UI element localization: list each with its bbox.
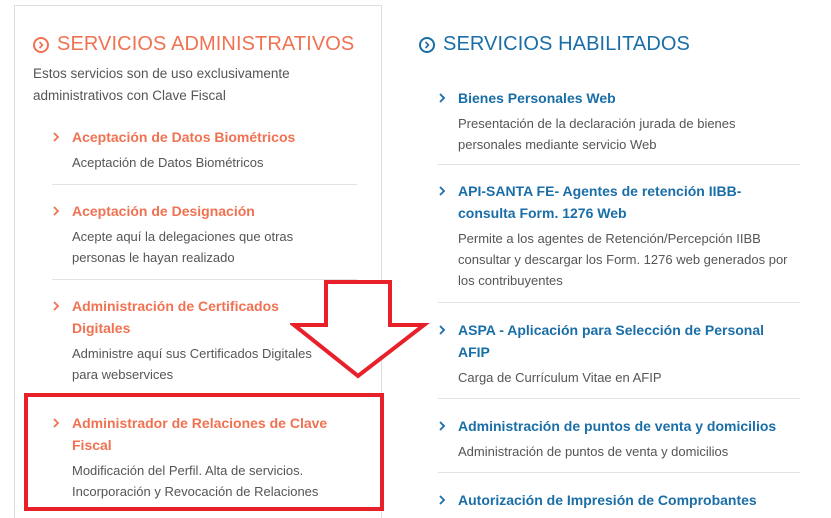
service-item[interactable]: Aceptación de Designación Acepte aquí la… xyxy=(52,200,342,268)
service-item[interactable]: Administración de Certificados Digitales… xyxy=(52,295,312,385)
administrative-services-title: SERVICIOS ADMINISTRATIVOS xyxy=(33,33,354,56)
chevron-right-icon xyxy=(52,129,62,142)
service-item[interactable]: Administración de puntos de venta y domi… xyxy=(438,415,808,462)
service-item-title[interactable]: Aceptación de Datos Biométricos xyxy=(72,126,352,148)
service-item-title[interactable]: Administración de Certificados Digitales xyxy=(72,295,312,339)
service-item[interactable]: Aceptación de Datos Biométricos Aceptaci… xyxy=(52,126,352,173)
administrative-services-title-text: SERVICIOS ADMINISTRATIVOS xyxy=(57,33,355,55)
service-item-description: Aceptación de Datos Biométricos xyxy=(72,155,264,170)
chevron-right-icon xyxy=(52,298,62,311)
service-item-description: Administre aquí sus Certificados Digital… xyxy=(72,346,312,382)
service-item[interactable]: Bienes Personales Web Presentación de la… xyxy=(438,87,798,155)
circle-chevron-right-icon xyxy=(33,36,49,53)
service-item-title[interactable]: Autorización de Impresión de Comprobante… xyxy=(458,489,808,511)
chevron-right-icon xyxy=(438,418,448,431)
chevron-right-icon xyxy=(438,90,448,103)
enabled-services-title-text: SERVICIOS HABILITADOS xyxy=(443,33,690,55)
chevron-right-icon xyxy=(438,322,448,335)
service-item-title[interactable]: Administración de puntos de venta y domi… xyxy=(458,415,808,437)
enabled-services-title: SERVICIOS HABILITADOS xyxy=(419,33,690,56)
service-item-description: Carga de Currículum Vitae en AFIP xyxy=(458,370,662,385)
divider xyxy=(438,472,800,473)
service-item-title[interactable]: API-SANTA FE- Agentes de retención IIBB-… xyxy=(458,180,758,224)
highlight-box-annotation xyxy=(24,393,384,511)
chevron-right-icon xyxy=(52,203,62,216)
chevron-right-icon xyxy=(438,492,448,505)
service-item-description: Administración de puntos de venta y domi… xyxy=(458,444,729,459)
service-item-title[interactable]: Bienes Personales Web xyxy=(458,87,798,109)
divider xyxy=(438,398,800,399)
circle-chevron-right-icon xyxy=(419,36,435,53)
down-arrow-annotation xyxy=(288,278,430,380)
service-item-description: Presentación de la declaración jurada de… xyxy=(458,116,736,152)
service-item-description: Acepte aquí la delegaciones que otras pe… xyxy=(72,229,294,265)
administrative-services-intro: Estos servicios son de uso exclusivament… xyxy=(33,66,290,103)
service-item-description: Permite a los agentes de Retención/Perce… xyxy=(458,231,788,288)
service-item-title[interactable]: Aceptación de Designación xyxy=(72,200,342,222)
divider xyxy=(438,302,800,303)
chevron-right-icon xyxy=(438,183,448,196)
divider xyxy=(438,164,800,165)
service-item[interactable]: API-SANTA FE- Agentes de retención IIBB-… xyxy=(438,180,798,291)
service-item[interactable]: ASPA - Aplicación para Selección de Pers… xyxy=(438,319,798,388)
service-item[interactable]: Autorización de Impresión de Comprobante… xyxy=(438,489,808,511)
divider xyxy=(52,184,357,185)
service-item-title[interactable]: ASPA - Aplicación para Selección de Pers… xyxy=(458,319,778,363)
